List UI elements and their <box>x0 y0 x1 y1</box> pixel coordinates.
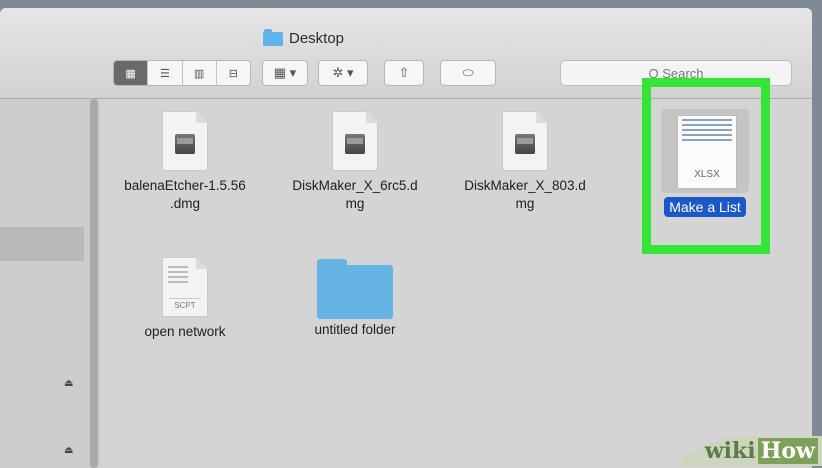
arrange-label: ▦ ▾ <box>273 65 297 80</box>
icon-view-icon[interactable]: ▦ <box>114 61 149 85</box>
folder-icon <box>263 28 283 46</box>
sidebar: ⏏ ⏏ <box>0 99 98 468</box>
disk-image-icon <box>162 111 208 171</box>
share-icon: ⇧ <box>398 65 410 80</box>
view-mode-segment[interactable]: ▦ ☰ ▥ ⊟ <box>113 60 251 86</box>
eject-icon[interactable]: ⏏ <box>64 445 73 456</box>
action-label: ✲ ▾ <box>332 65 354 80</box>
file-item[interactable]: untitled folder <box>270 257 440 339</box>
disk-image-icon <box>332 111 378 171</box>
finder-window: Desktop ▦ ☰ ▥ ⊟ ▦ ▾ ✲ ▾ ⇧ ⬭ Q Search ⏏ ⏏… <box>0 8 812 468</box>
file-item[interactable]: DiskMaker_X_6rc5.d mg <box>270 111 440 213</box>
file-name: DiskMaker_X_6rc5.d mg <box>292 178 418 211</box>
list-view-icon[interactable]: ☰ <box>148 61 183 85</box>
file-name: untitled folder <box>314 322 396 337</box>
disk-image-icon <box>502 111 548 171</box>
tag-icon: ⬭ <box>462 65 474 80</box>
file-item[interactable]: SCPT open network <box>100 257 270 341</box>
wikihow-watermark: wiki How <box>682 436 822 466</box>
file-item[interactable]: balenaEtcher-1.5.56 .dmg <box>100 111 270 213</box>
file-name: open network <box>144 324 226 339</box>
script-icon: SCPT <box>162 257 208 317</box>
gallery-view-icon[interactable]: ⊟ <box>217 61 250 85</box>
highlight-box <box>642 78 770 254</box>
arrange-button[interactable]: ▦ ▾ <box>262 60 308 86</box>
sidebar-selected-item[interactable] <box>0 227 84 261</box>
sidebar-scrollbar[interactable] <box>90 99 98 468</box>
column-view-icon[interactable]: ▥ <box>183 61 217 85</box>
window-title: Desktop <box>263 28 345 47</box>
tag-button[interactable]: ⬭ <box>440 60 496 86</box>
window-title-text: Desktop <box>289 30 345 47</box>
file-name: balenaEtcher-1.5.56 .dmg <box>124 178 246 211</box>
share-button[interactable]: ⇧ <box>384 60 424 86</box>
file-name: DiskMaker_X_803.d mg <box>464 178 586 211</box>
action-button[interactable]: ✲ ▾ <box>318 60 368 86</box>
folder-icon <box>317 259 393 319</box>
eject-icon[interactable]: ⏏ <box>64 378 73 389</box>
file-item[interactable]: DiskMaker_X_803.d mg <box>440 111 610 213</box>
